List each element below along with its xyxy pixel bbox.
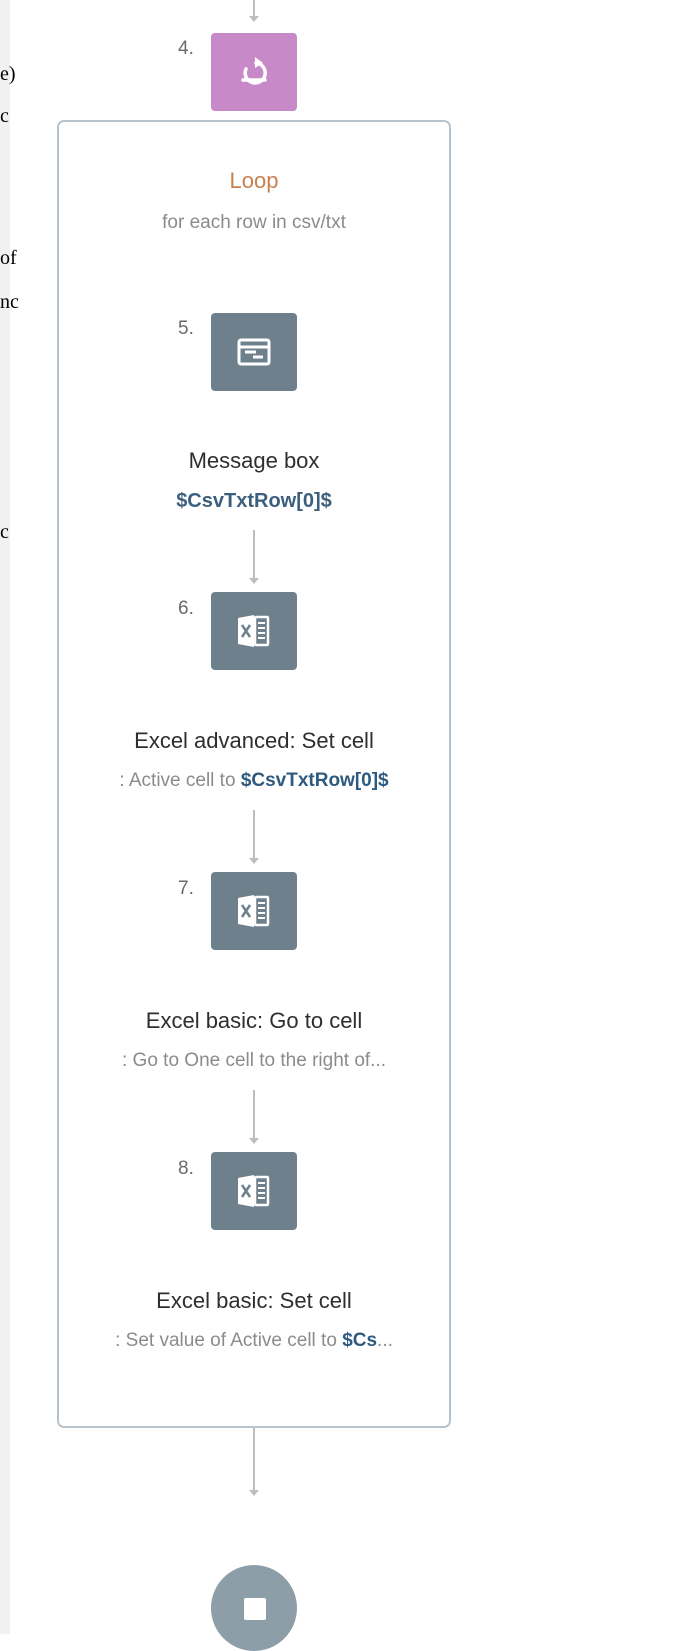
excel-setcell-step-tile[interactable] [211,1152,297,1230]
connector-line [253,1090,255,1140]
loop-title: Loop [229,168,279,193]
connector-line [253,810,255,860]
connector-arrow [249,16,259,22]
excel-icon [238,615,270,647]
excel-setcell-title: Excel basic: Set cell [156,1288,352,1313]
step-number: 6. [178,598,194,619]
connector-line [253,530,255,580]
connector-arrow [249,858,259,864]
connector-arrow [249,1138,259,1144]
clipped-text: of [0,247,17,269]
loop-subtitle: for each row in csv/txt [162,212,346,233]
message-box-step-tile[interactable] [211,313,297,391]
subtitle-variable: $CsvTxtRow[0]$ [240,770,389,791]
excel-goto-step-tile[interactable] [211,872,297,950]
subtitle-text: : Set value of Active cell to [115,1330,343,1351]
step-number: 7. [178,878,194,899]
excel-goto-title: Excel basic: Go to cell [145,1008,363,1033]
message-box-title: Message box [188,448,320,473]
stop-icon [244,1598,266,1620]
clipped-text: e) [0,63,16,85]
excel-advanced-subtitle: : Active cell to $CsvTxtRow[0]$ [57,770,451,792]
subtitle-ellipsis: ... [377,1330,393,1351]
excel-setcell-subtitle: : Set value of Active cell to $Cs... [57,1330,451,1352]
excel-goto-subtitle: : Go to One cell to the right of... [121,1050,387,1071]
excel-advanced-title: Excel advanced: Set cell [134,728,374,753]
clipped-text: c [0,521,9,543]
message-box-icon [237,338,271,366]
step-number: 8. [178,1158,194,1179]
step-number: 5. [178,318,194,339]
clipped-text: nc [0,291,19,313]
clipped-text: c [0,105,9,127]
subtitle-text: : Active cell to [119,770,241,791]
loop-step-tile[interactable] [211,33,297,111]
connector-arrow [249,1490,259,1496]
subtitle-variable: $Cs [342,1330,378,1351]
excel-icon [238,895,270,927]
excel-icon [238,1175,270,1207]
connector-arrow [249,578,259,584]
excel-advanced-step-tile[interactable] [211,592,297,670]
step-number: 4. [178,38,194,59]
message-box-subtitle: $CsvTxtRow[0]$ [176,490,332,512]
connector-line [253,1428,255,1492]
loop-icon [241,57,267,85]
